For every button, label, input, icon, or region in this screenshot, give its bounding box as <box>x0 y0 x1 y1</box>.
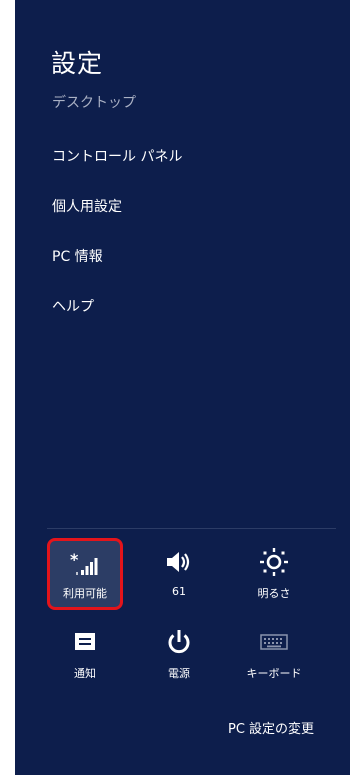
network-available-icon: * <box>50 549 120 581</box>
quick-settings-divider <box>47 528 336 529</box>
network-label: 利用可能 <box>63 587 107 600</box>
brightness-tile[interactable]: 明るさ <box>236 538 312 610</box>
notifications-label: 通知 <box>74 667 96 680</box>
speaker-icon <box>141 546 217 578</box>
keyboard-label: キーボード <box>246 667 302 680</box>
keyboard-tile[interactable]: キーボード <box>236 618 312 690</box>
settings-charm: 設定 デスクトップ コントロール パネル 個人用設定 PC 情報 ヘルプ * 利… <box>15 0 350 775</box>
volume-tile[interactable]: 61 <box>141 538 217 610</box>
menu-item-help[interactable]: ヘルプ <box>52 296 94 316</box>
power-label: 電源 <box>168 667 190 680</box>
menu-item-control-panel[interactable]: コントロール パネル <box>52 146 182 166</box>
menu-item-personalization[interactable]: 個人用設定 <box>52 196 122 216</box>
notification-icon <box>47 626 123 658</box>
menu-item-pc-info[interactable]: PC 情報 <box>52 246 103 266</box>
sun-icon <box>236 546 312 578</box>
keyboard-icon <box>236 626 312 658</box>
power-icon <box>141 626 217 658</box>
svg-text:*: * <box>70 551 79 569</box>
brightness-label: 明るさ <box>257 587 291 600</box>
notifications-tile[interactable]: 通知 <box>47 618 123 690</box>
change-pc-settings-link[interactable]: PC 設定の変更 <box>228 718 314 737</box>
network-tile[interactable]: * 利用可能 <box>47 538 123 610</box>
power-tile[interactable]: 電源 <box>141 618 217 690</box>
charm-title: 設定 <box>51 49 104 78</box>
charm-subtitle: デスクトップ <box>52 95 136 111</box>
volume-level: 61 <box>172 585 186 598</box>
